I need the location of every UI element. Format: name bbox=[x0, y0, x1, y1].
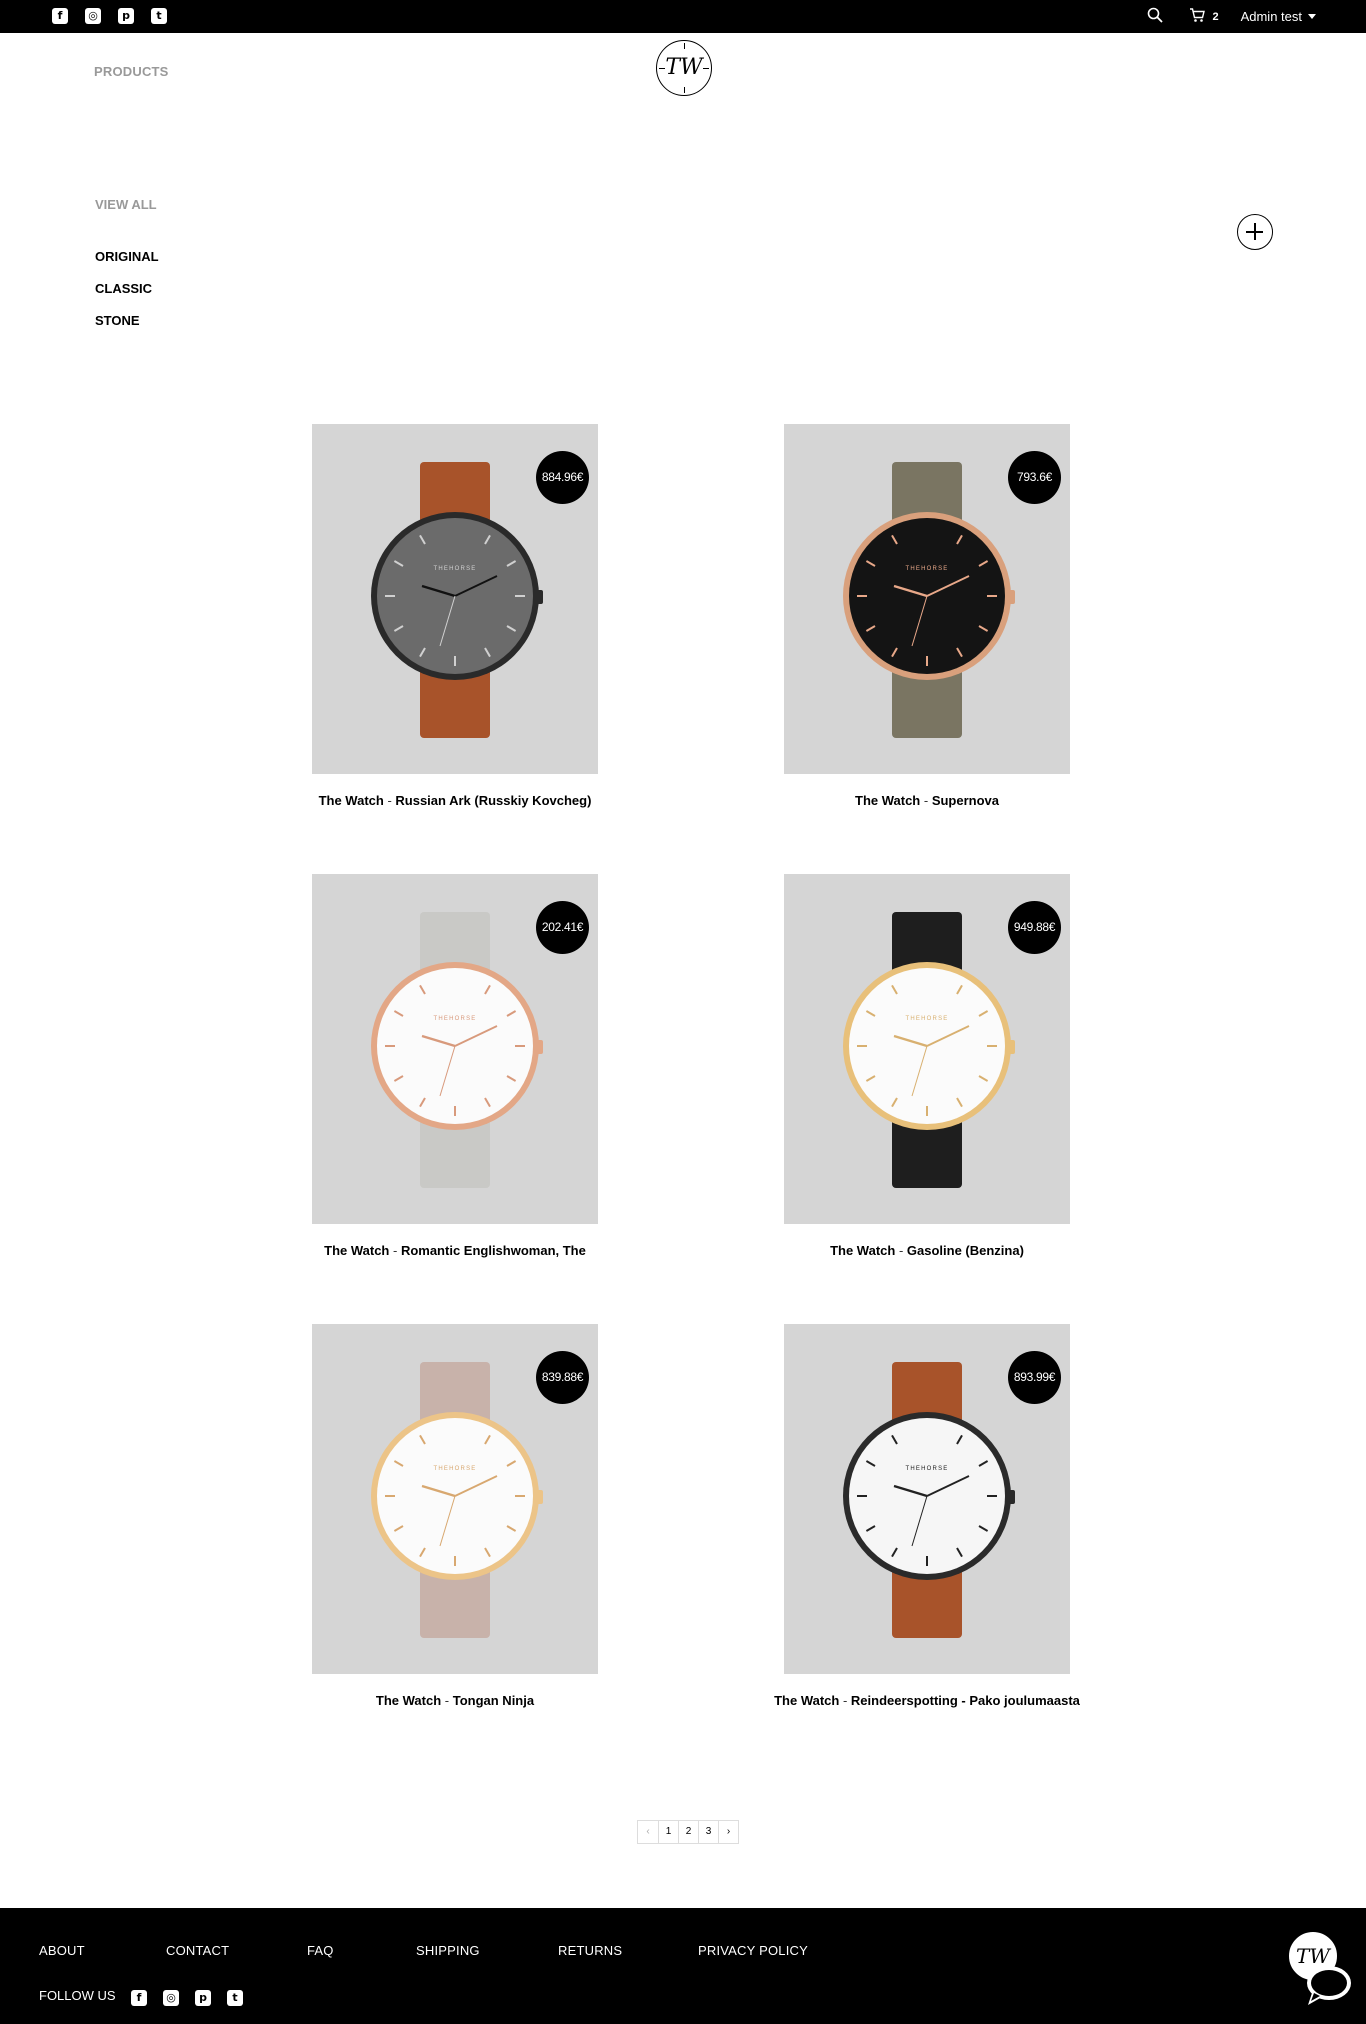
category-stone[interactable]: STONE bbox=[95, 313, 140, 328]
category-view-all[interactable]: VIEW ALL bbox=[95, 197, 157, 212]
product-brand: The Watch bbox=[830, 1243, 896, 1258]
product-name-link[interactable]: The Watch - Russian Ark (Russkiy Kovcheg… bbox=[252, 793, 658, 808]
product-name-separator: - bbox=[920, 793, 932, 808]
footer-link-faq[interactable]: FAQ bbox=[307, 1943, 334, 1958]
product-card[interactable]: THEHORSE 893.99€ The Watch - Reindeerspo… bbox=[774, 1324, 1080, 1708]
add-product-button[interactable] bbox=[1237, 214, 1273, 250]
footer-social-links: f ◎ p t bbox=[131, 1990, 243, 2006]
product-brand: The Watch bbox=[774, 1693, 840, 1708]
product-name: Reindeerspotting - Pako joulumaasta bbox=[850, 1693, 1080, 1708]
cart-count-badge: 2 bbox=[1212, 10, 1219, 23]
follow-us-label: FOLLOW US bbox=[39, 1988, 116, 2003]
user-menu[interactable]: Admin test bbox=[1241, 9, 1316, 24]
svg-text:THEHORSE: THEHORSE bbox=[906, 1466, 949, 1472]
product-brand: The Watch bbox=[318, 793, 384, 808]
product-card[interactable]: THEHORSE 793.6€ The Watch - Supernova bbox=[784, 424, 1070, 808]
product-name-separator: - bbox=[895, 1243, 907, 1258]
pagination: ‹ 1 2 3 › bbox=[637, 1820, 739, 1844]
product-name: Romantic Englishwoman, The bbox=[400, 1243, 586, 1258]
footer-link-contact[interactable]: CONTACT bbox=[166, 1943, 229, 1958]
svg-text:THEHORSE: THEHORSE bbox=[434, 566, 477, 572]
product-name-separator: - bbox=[441, 1693, 453, 1708]
user-name: Admin test bbox=[1240, 9, 1302, 24]
product-image[interactable]: THEHORSE 839.88€ bbox=[312, 1324, 598, 1674]
chat-icon[interactable] bbox=[1304, 1963, 1352, 2007]
product-name: Tongan Ninja bbox=[452, 1693, 535, 1708]
top-bar: f ◎ p t 2 Admin test bbox=[0, 0, 1366, 33]
product-name: Gasoline (Benzina) bbox=[906, 1243, 1024, 1258]
site-logo[interactable]: TW bbox=[656, 40, 712, 96]
instagram-icon[interactable]: ◎ bbox=[163, 1990, 179, 2006]
price-badge: 202.41€ bbox=[536, 901, 589, 954]
product-image[interactable]: THEHORSE 202.41€ bbox=[312, 874, 598, 1224]
product-name-separator: - bbox=[383, 793, 396, 808]
category-original[interactable]: ORIGINAL bbox=[95, 249, 159, 264]
footer-link-about[interactable]: ABOUT bbox=[39, 1943, 85, 1958]
product-image[interactable]: THEHORSE 884.96€ bbox=[312, 424, 598, 774]
products-nav-link[interactable]: PRODUCTS bbox=[94, 64, 169, 79]
product-card[interactable]: THEHORSE 949.88€ The Watch - Gasoline (B… bbox=[784, 874, 1070, 1258]
svg-text:THEHORSE: THEHORSE bbox=[434, 1016, 477, 1022]
facebook-icon[interactable]: f bbox=[131, 1990, 147, 2006]
product-card[interactable]: THEHORSE 202.41€ The Watch - Romantic En… bbox=[312, 874, 598, 1258]
product-name-link[interactable]: The Watch - Reindeerspotting - Pako joul… bbox=[724, 1693, 1130, 1708]
price-badge: 893.99€ bbox=[1008, 1351, 1061, 1404]
product-name-separator: - bbox=[839, 1693, 851, 1708]
chevron-down-icon bbox=[1308, 14, 1316, 19]
product-name: Supernova bbox=[931, 793, 999, 808]
pinterest-icon[interactable]: p bbox=[118, 8, 134, 24]
cart-button[interactable]: 2 bbox=[1189, 7, 1219, 26]
footer: ABOUT CONTACT FAQ SHIPPING RETURNS PRIVA… bbox=[0, 1908, 1366, 2024]
logo-text: TW bbox=[665, 55, 703, 80]
svg-text:THEHORSE: THEHORSE bbox=[434, 1466, 477, 1472]
product-name-separator: - bbox=[389, 1243, 401, 1258]
product-brand: The Watch bbox=[855, 793, 921, 808]
twitter-icon[interactable]: t bbox=[227, 1990, 243, 2006]
product-card[interactable]: THEHORSE 884.96€ The Watch - Russian Ark… bbox=[312, 424, 598, 808]
product-name-link[interactable]: The Watch - Gasoline (Benzina) bbox=[724, 1243, 1130, 1258]
category-classic[interactable]: CLASSIC bbox=[95, 281, 152, 296]
product-name-link[interactable]: The Watch - Romantic Englishwoman, The bbox=[252, 1243, 658, 1258]
product-image[interactable]: THEHORSE 793.6€ bbox=[784, 424, 1070, 774]
product-name-link[interactable]: The Watch - Tongan Ninja bbox=[252, 1693, 658, 1708]
price-badge: 793.6€ bbox=[1008, 451, 1061, 504]
svg-text:THEHORSE: THEHORSE bbox=[906, 1016, 949, 1022]
pagination-page-2[interactable]: 2 bbox=[678, 1821, 698, 1843]
product-card[interactable]: THEHORSE 839.88€ The Watch - Tongan Ninj… bbox=[312, 1324, 598, 1708]
facebook-icon[interactable]: f bbox=[52, 8, 68, 24]
instagram-icon[interactable]: ◎ bbox=[85, 8, 101, 24]
product-brand: The Watch bbox=[324, 1243, 390, 1258]
product-image[interactable]: THEHORSE 949.88€ bbox=[784, 874, 1070, 1224]
pagination-page-1[interactable]: 1 bbox=[658, 1821, 678, 1843]
pagination-page-3[interactable]: 3 bbox=[698, 1821, 718, 1843]
top-social-links: f ◎ p t bbox=[52, 8, 167, 24]
pinterest-icon[interactable]: p bbox=[195, 1990, 211, 2006]
twitter-icon[interactable]: t bbox=[151, 8, 167, 24]
pagination-prev[interactable]: ‹ bbox=[638, 1821, 658, 1843]
footer-link-privacy-policy[interactable]: PRIVACY POLICY bbox=[698, 1943, 808, 1958]
price-badge: 839.88€ bbox=[536, 1351, 589, 1404]
footer-link-shipping[interactable]: SHIPPING bbox=[416, 1943, 480, 1958]
product-brand: The Watch bbox=[375, 1693, 442, 1708]
top-right-controls: 2 Admin test bbox=[1147, 0, 1316, 33]
product-name: Russian Ark (Russkiy Kovcheg) bbox=[395, 793, 592, 808]
product-image[interactable]: THEHORSE 893.99€ bbox=[784, 1324, 1070, 1674]
svg-text:THEHORSE: THEHORSE bbox=[906, 566, 949, 572]
pagination-next[interactable]: › bbox=[718, 1821, 738, 1843]
footer-link-returns[interactable]: RETURNS bbox=[558, 1943, 622, 1958]
product-name-link[interactable]: The Watch - Supernova bbox=[724, 793, 1130, 808]
cart-icon bbox=[1189, 7, 1206, 26]
price-badge: 949.88€ bbox=[1008, 901, 1061, 954]
price-badge: 884.96€ bbox=[536, 451, 589, 504]
search-icon[interactable] bbox=[1147, 7, 1164, 26]
